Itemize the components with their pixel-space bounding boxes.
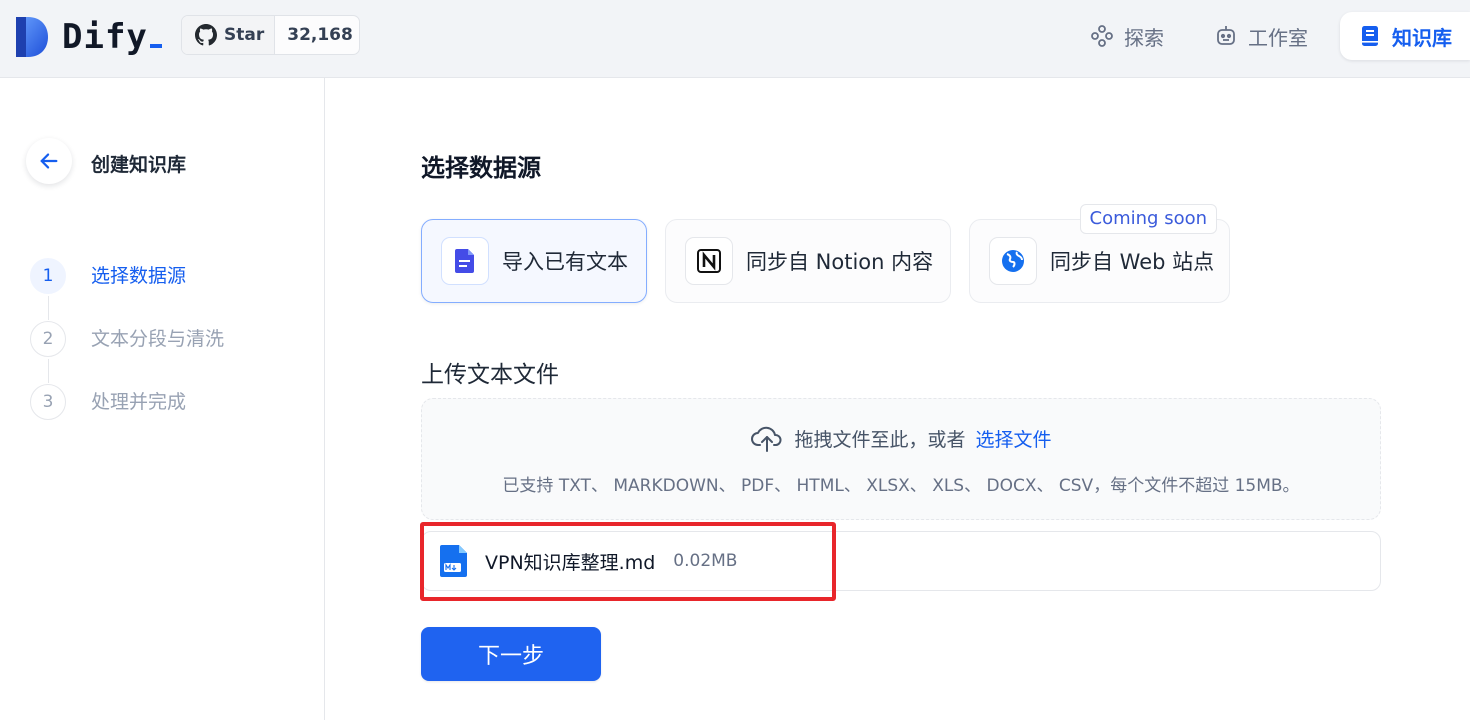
notion-icon	[685, 237, 733, 285]
step-label: 文本分段与清洗	[91, 328, 225, 350]
file-dropzone[interactable]: 拖拽文件至此，或者 选择文件 已支持 TXT、 MARKDOWN、 PDF、 H…	[421, 398, 1381, 520]
step-label: 选择数据源	[91, 265, 187, 287]
select-file-link[interactable]: 选择文件	[976, 425, 1052, 452]
document-icon	[441, 237, 489, 285]
markdown-file-icon	[440, 545, 467, 577]
dropzone-prompt: 拖拽文件至此，或者 选择文件	[422, 423, 1380, 453]
step-list: 1 选择数据源 2 文本分段与清洗 3 处理并完成	[30, 258, 224, 447]
source-import-text[interactable]: 导入已有文本	[421, 219, 647, 303]
step-number: 1	[30, 258, 66, 294]
book-icon	[1362, 26, 1378, 46]
step-2: 2 文本分段与清洗	[30, 321, 224, 384]
source-web-sync[interactable]: 同步自 Web 站点 Coming soon	[969, 204, 1230, 303]
step-number: 2	[30, 321, 66, 357]
source-label: 同步自 Web 站点	[1050, 250, 1215, 274]
nav-knowledge[interactable]: 知识库	[1340, 12, 1470, 60]
dify-logo-mark-icon	[14, 15, 50, 59]
github-star-button[interactable]: Star 32,168	[181, 15, 360, 55]
github-star-left: Star	[182, 16, 276, 54]
cloud-upload-icon	[751, 426, 782, 452]
page-title: 选择数据源	[421, 154, 541, 182]
source-notion-sync[interactable]: 同步自 Notion 内容	[665, 219, 951, 303]
supported-formats-text: 已支持 TXT、 MARKDOWN、 PDF、 HTML、 XLSX、 XLS、…	[502, 476, 1300, 496]
main-nav: 探索 工作室 知识库	[1072, 12, 1470, 60]
github-star-label: Star	[224, 25, 265, 45]
nav-studio[interactable]: 工作室	[1196, 12, 1326, 60]
globe-icon	[989, 237, 1037, 285]
nav-knowledge-label: 知识库	[1392, 25, 1452, 50]
source-label: 同步自 Notion 内容	[746, 250, 934, 274]
arrow-left-icon	[40, 153, 58, 169]
create-knowledge-sidebar: 创建知识库 1 选择数据源 2 文本分段与清洗 3 处理并完成	[0, 78, 325, 720]
dropzone-text: 拖拽文件至此，或者	[794, 428, 966, 451]
robot-icon	[1217, 26, 1235, 45]
back-button[interactable]	[26, 138, 72, 184]
file-size: 0.02MB	[673, 551, 738, 571]
nav-studio-label: 工作室	[1248, 25, 1308, 50]
step-label: 处理并完成	[91, 391, 187, 413]
step-3: 3 处理并完成	[30, 384, 224, 447]
top-header: Dify Star 32,168 探索 工作室 知识库	[0, 0, 1470, 78]
uploaded-file-item[interactable]: VPN知识库整理.md 0.02MB	[421, 531, 1381, 591]
explore-icon	[1091, 25, 1113, 47]
step-connector	[48, 296, 49, 320]
step-number: 3	[30, 384, 66, 420]
sidebar-title: 创建知识库	[91, 154, 187, 176]
nav-explore-label: 探索	[1124, 25, 1164, 50]
source-label: 导入已有文本	[502, 250, 628, 274]
next-step-button[interactable]: 下一步	[421, 627, 601, 681]
file-name: VPN知识库整理.md	[485, 551, 656, 574]
dify-logo[interactable]: Dify	[14, 14, 162, 60]
main-content: 选择数据源 导入已有文本 同步自 Notion 内容 同步自 Web 站点 Co…	[325, 78, 1470, 720]
step-connector	[48, 359, 49, 383]
nav-explore[interactable]: 探索	[1072, 12, 1182, 60]
coming-soon-badge: Coming soon	[1079, 204, 1217, 234]
upload-section-title: 上传文本文件	[421, 362, 559, 388]
logo-text: Dify	[62, 17, 162, 57]
github-icon	[195, 24, 217, 46]
step-1: 1 选择数据源	[30, 258, 224, 321]
github-star-count: 32,168	[287, 25, 353, 45]
